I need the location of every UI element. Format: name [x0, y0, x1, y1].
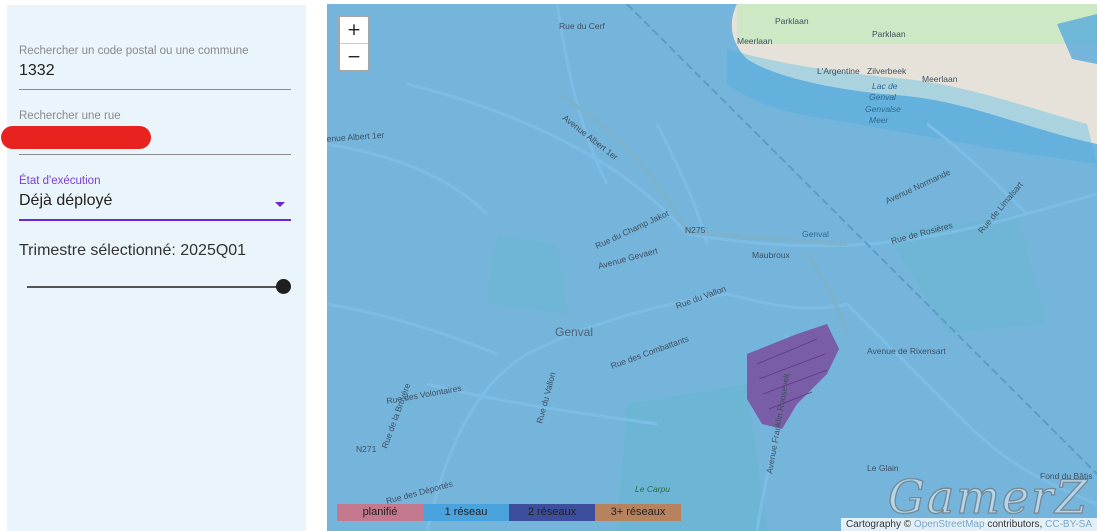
- status-select-label: État d'exécution: [19, 175, 101, 187]
- legend-item: 1 réseau: [423, 504, 509, 521]
- label-zilverbeek: Zilverbeek: [867, 66, 907, 76]
- postal-search-field[interactable]: Rechercher un code postal ou une commune…: [19, 45, 291, 90]
- legend-item: 2 réseaux: [509, 504, 595, 521]
- dropdown-arrow-icon[interactable]: [275, 202, 285, 207]
- map-attribution: Cartography © OpenStreetMap contributors…: [840, 518, 1097, 531]
- license-link[interactable]: CC-BY-SA: [1045, 519, 1092, 530]
- label-lac-genval-1: Lac de: [872, 81, 898, 91]
- label-argentine: L'Argentine: [817, 66, 860, 76]
- attribution-suffix: contributors,: [987, 519, 1043, 530]
- street-search-underline: [19, 154, 291, 155]
- watermark-logo: GamerZ: [887, 469, 1089, 524]
- map-legend: planifié 1 réseau 2 réseaux 3+ réseaux: [337, 504, 681, 521]
- status-select-underline: [19, 219, 291, 221]
- label-lac-genval-2: Genval: [869, 92, 897, 102]
- label-meerlaan-1: Meerlaan: [737, 36, 773, 46]
- postal-search-input[interactable]: 1332: [19, 62, 291, 82]
- label-genvalmeer-1: Genvalse: [865, 104, 901, 114]
- zoom-out-button[interactable]: −: [340, 43, 368, 70]
- label-n275: N275: [685, 225, 706, 235]
- label-maubroux: Maubroux: [752, 250, 791, 260]
- label-rue-du-cerf: Rue du Cerf: [559, 21, 605, 31]
- legend-item: planifié: [337, 504, 423, 521]
- quarter-slider-thumb[interactable]: [276, 279, 291, 294]
- label-avenue-rixensart: Avenue de Rixensart: [867, 346, 946, 356]
- map-canvas[interactable]: Parklaan Parklaan Meerlaan Meerlaan L'Ar…: [327, 4, 1097, 531]
- selected-quarter-text: Trimestre sélectionné: 2025Q01: [19, 242, 247, 259]
- status-select[interactable]: État d'exécution Déjà déployé: [19, 175, 291, 221]
- postal-search-label: Rechercher un code postal ou une commune: [19, 45, 249, 57]
- zoom-control: + −: [338, 15, 370, 72]
- filter-sidebar: Rechercher un code postal ou une commune…: [1, 5, 306, 531]
- legend-item: 3+ réseaux: [595, 504, 681, 521]
- label-meerlaan-2: Meerlaan: [922, 74, 958, 84]
- redaction-mark: [1, 126, 151, 149]
- label-genval-station: Genval: [802, 229, 829, 239]
- label-parklaan-1: Parklaan: [775, 16, 809, 26]
- coverage-map[interactable]: Parklaan Parklaan Meerlaan Meerlaan L'Ar…: [327, 4, 1097, 531]
- attribution-prefix: Cartography ©: [845, 519, 912, 530]
- label-n271: N271: [356, 444, 377, 454]
- label-genval: Genval: [555, 325, 593, 339]
- postal-search-underline: [19, 89, 291, 90]
- label-genvalmeer-2: Meer: [869, 115, 890, 125]
- status-select-value[interactable]: Déjà déployé: [19, 192, 291, 212]
- osm-link[interactable]: OpenStreetMap: [914, 519, 985, 530]
- label-parklaan-2: Parklaan: [872, 29, 906, 39]
- street-search-label: Rechercher une rue: [19, 110, 121, 122]
- quarter-slider-track[interactable]: [27, 286, 283, 288]
- zoom-in-button[interactable]: +: [340, 17, 368, 43]
- label-le-carpu: Le Carpu: [635, 484, 670, 494]
